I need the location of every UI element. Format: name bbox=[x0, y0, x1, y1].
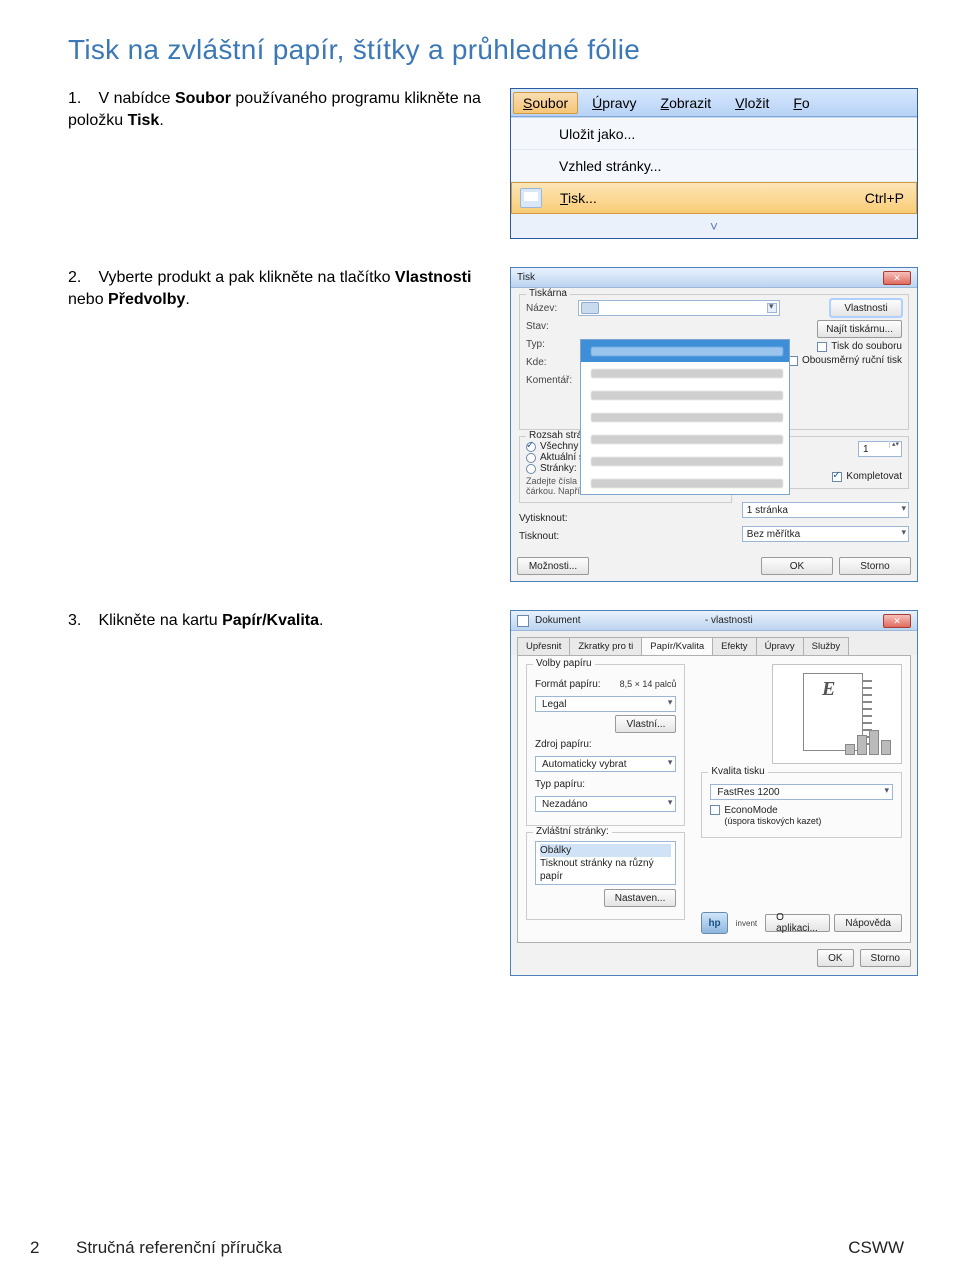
list-item[interactable] bbox=[581, 450, 789, 472]
list-item[interactable] bbox=[581, 340, 789, 362]
paper-source-dropdown[interactable]: Automaticky vybrat bbox=[535, 756, 676, 772]
label-source: Zdroj papíru: bbox=[535, 739, 592, 750]
figure-properties-dialog: Dokument - vlastnosti ✕ Upřesnit Zkratky… bbox=[510, 610, 918, 976]
page-preview bbox=[772, 664, 902, 764]
paper-format-dropdown[interactable]: Legal bbox=[535, 696, 676, 712]
tab-zkratky[interactable]: Zkratky pro ti bbox=[569, 637, 642, 655]
printer-list[interactable] bbox=[580, 339, 790, 495]
label-type: Typ papíru: bbox=[535, 779, 585, 790]
properties-button[interactable]: Vlastnosti bbox=[830, 299, 902, 317]
label-printwhat: Vytisknout: bbox=[519, 513, 575, 524]
step-number: 1. bbox=[68, 90, 94, 108]
about-button[interactable]: O aplikaci... bbox=[765, 914, 830, 932]
step-number: 3. bbox=[68, 612, 94, 630]
ok-button[interactable]: OK bbox=[761, 557, 833, 575]
zoom-scale-dropdown[interactable]: Bez měřítka bbox=[742, 526, 909, 542]
menu-format[interactable]: Fo bbox=[783, 92, 819, 114]
menu-zobrazit[interactable]: Zobrazit bbox=[651, 92, 722, 114]
print-quality-dropdown[interactable]: FastRes 1200 bbox=[710, 784, 893, 800]
shortcut: Ctrl+P bbox=[865, 190, 904, 206]
hp-logo-icon: hp bbox=[701, 912, 727, 934]
page-footer: 2 Stručná referenční příručka CSWW bbox=[0, 1238, 960, 1258]
list-item[interactable] bbox=[581, 406, 789, 428]
tab-sluzby[interactable]: Služby bbox=[803, 637, 850, 655]
chevron-down-icon bbox=[767, 303, 777, 313]
close-icon[interactable]: ✕ bbox=[883, 614, 911, 628]
page-title: Tisk na zvláštní papír, štítky a průhled… bbox=[68, 34, 918, 66]
footer-right: CSWW bbox=[848, 1238, 904, 1258]
tab-efekty[interactable]: Efekty bbox=[712, 637, 756, 655]
tab-papir-kvalita[interactable]: Papír/Kvalita bbox=[641, 637, 713, 655]
logo-text: invent bbox=[736, 919, 757, 928]
step-body: Vyberte produkt a pak klikněte na tlačít… bbox=[68, 269, 471, 308]
document-icon bbox=[517, 615, 529, 627]
label-comment: Komentář: bbox=[526, 375, 574, 386]
list-item[interactable] bbox=[581, 428, 789, 450]
tab-upravy[interactable]: Úpravy bbox=[756, 637, 804, 655]
group-paper-options: Volby papíru bbox=[533, 658, 595, 669]
economode-checkbox[interactable]: EconoMode (úspora tiskových kazet) bbox=[710, 805, 893, 827]
copies-stepper[interactable]: 1 bbox=[858, 441, 902, 457]
custom-button[interactable]: Vlastní... bbox=[615, 715, 676, 733]
dialog-titlebar: Tisk ✕ bbox=[511, 268, 917, 288]
tabs: Upřesnit Zkratky pro ti Papír/Kvalita Ef… bbox=[511, 631, 917, 655]
label-state: Stav: bbox=[526, 321, 574, 332]
find-printer-button[interactable]: Najít tiskárnu... bbox=[817, 320, 902, 338]
dialog-title: Tisk bbox=[517, 272, 535, 283]
manual-duplex-checkbox[interactable]: Obousměrný ruční tisk bbox=[788, 355, 902, 366]
menu-upravy[interactable]: Úpravy bbox=[582, 92, 646, 114]
dialog-titlebar: Dokument - vlastnosti ✕ bbox=[511, 611, 917, 631]
printer-icon bbox=[581, 302, 599, 314]
menu-dropdown: Uložit jako... Vzhled stránky... Tisk...… bbox=[511, 117, 917, 238]
help-button[interactable]: Nápověda bbox=[834, 914, 902, 932]
group-print-quality: Kvalita tisku bbox=[708, 766, 767, 777]
zoom-pages-dropdown[interactable]: 1 stránka bbox=[742, 502, 909, 518]
ok-button[interactable]: OK bbox=[817, 949, 853, 967]
expand-chevron-icon[interactable]: ˅ bbox=[511, 214, 917, 238]
list-item[interactable] bbox=[581, 384, 789, 406]
figure-file-menu: Soubor Úpravy Zobrazit Vložit Fo Uložit … bbox=[510, 88, 918, 239]
group-printer: Tiskárna bbox=[526, 288, 570, 299]
dialog-title-suffix: - vlastnosti bbox=[705, 615, 753, 626]
dialog-title: Dokument bbox=[535, 615, 581, 626]
options-button[interactable]: Možnosti... bbox=[517, 557, 589, 575]
list-item[interactable] bbox=[581, 472, 789, 494]
step-body: Klikněte na kartu Papír/Kvalita. bbox=[98, 612, 323, 629]
printer-name-dropdown[interactable] bbox=[578, 300, 780, 316]
close-icon[interactable]: ✕ bbox=[883, 271, 911, 285]
menu-vlozit[interactable]: Vložit bbox=[725, 92, 779, 114]
label-name: Název: bbox=[526, 303, 574, 314]
cancel-button[interactable]: Storno bbox=[860, 949, 911, 967]
figure-print-dialog: Tisk ✕ Tiskárna Název: Stav: Typ: Kde: bbox=[510, 267, 918, 582]
menuitem-ulozit-jako[interactable]: Uložit jako... bbox=[511, 118, 917, 150]
label-type: Typ: bbox=[526, 339, 574, 350]
printer-icon bbox=[520, 188, 542, 208]
cancel-button[interactable]: Storno bbox=[839, 557, 911, 575]
tab-upresnit[interactable]: Upřesnit bbox=[517, 637, 570, 655]
paper-type-dropdown[interactable]: Nezadáno bbox=[535, 796, 676, 812]
step-body: V nabídce Soubor používaného programu kl… bbox=[68, 90, 481, 129]
print-to-file-checkbox[interactable]: Tisk do souboru bbox=[817, 341, 902, 352]
label-where: Kde: bbox=[526, 357, 574, 368]
list-item[interactable] bbox=[581, 362, 789, 384]
special-pages-list[interactable]: Obálky Tisknout stránky na různý papír bbox=[535, 841, 676, 885]
format-hint: 8,5 × 14 palců bbox=[620, 679, 677, 689]
menu-soubor[interactable]: Soubor bbox=[513, 92, 578, 114]
menuitem-tisk[interactable]: Tisk... Ctrl+P bbox=[511, 182, 917, 214]
list-item[interactable]: Obálky bbox=[540, 844, 671, 857]
menubar: Soubor Úpravy Zobrazit Vložit Fo bbox=[511, 89, 917, 117]
menuitem-vzhled-stranky[interactable]: Vzhled stránky... bbox=[511, 150, 917, 182]
label-printrange: Tisknout: bbox=[519, 531, 575, 542]
step-number: 2. bbox=[68, 269, 94, 287]
label-format: Formát papíru: bbox=[535, 679, 601, 690]
group-special-pages: Zvláštní stránky: bbox=[533, 826, 612, 837]
list-item[interactable]: Tisknout stránky na různý papír bbox=[540, 857, 671, 883]
page-number: 2 bbox=[30, 1238, 76, 1258]
footer-title: Stručná referenční příručka bbox=[76, 1238, 848, 1258]
settings-button[interactable]: Nastaven... bbox=[604, 889, 677, 907]
